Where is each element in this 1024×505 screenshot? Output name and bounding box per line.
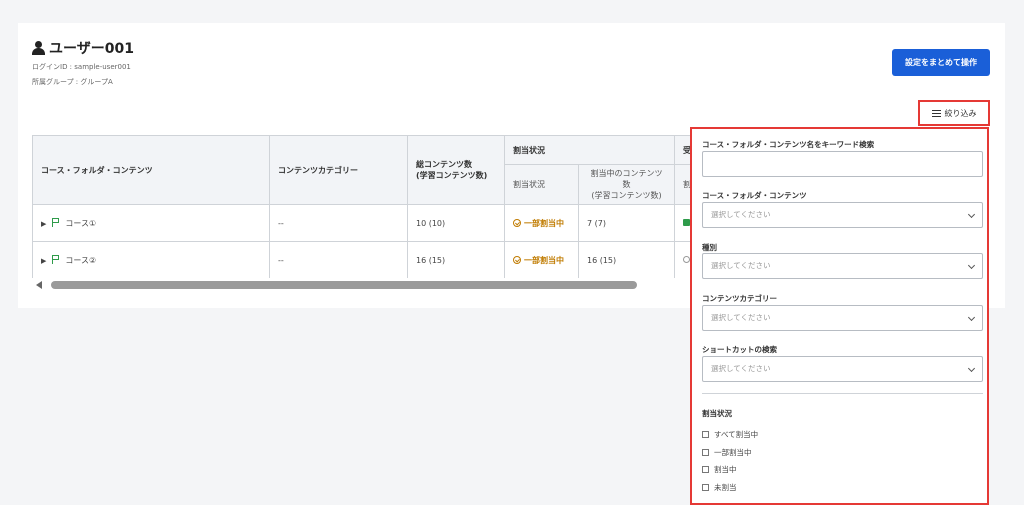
panel-divider: [702, 393, 983, 394]
course-cell[interactable]: ▶ コース①: [32, 204, 270, 242]
page-title: ユーザー001: [32, 38, 134, 58]
expand-icon[interactable]: ▶: [41, 220, 46, 228]
keyword-label: コース・フォルダ・コンテンツ名をキーワード検索: [702, 140, 875, 149]
header-assign-status: 割当状況: [504, 164, 579, 205]
course-flag-icon: [52, 254, 60, 264]
chevron-down-icon: [967, 210, 976, 219]
option-label: 割当中: [714, 465, 737, 474]
user-icon: [32, 41, 45, 55]
scroll-left-arrow-icon[interactable]: [36, 281, 42, 289]
header-total: 総コンテンツ数 (学習コンテンツ数): [407, 135, 505, 205]
horizontal-scrollbar[interactable]: [51, 281, 637, 289]
course-filter-placeholder: 選択してください: [711, 210, 771, 219]
checkbox[interactable]: [702, 466, 709, 473]
assigned-cell: 16 (15): [578, 241, 675, 278]
status-cell: 一部割当中: [504, 241, 579, 278]
checkbox[interactable]: [702, 431, 709, 438]
chevron-down-icon: [967, 313, 976, 322]
shortcut-filter-placeholder: 選択してください: [711, 364, 771, 373]
checkbox[interactable]: [702, 449, 709, 456]
status-text: 一部割当中: [524, 218, 564, 228]
status-circle-icon: [683, 255, 690, 263]
header-assign-group: 割当状況: [504, 135, 675, 165]
category-filter-select[interactable]: 選択してください: [702, 305, 983, 331]
header-assigned-count: 割当中のコンテンツ数 (学習コンテンツ数): [578, 164, 675, 205]
option-label: 未割当: [714, 483, 737, 492]
course-flag-icon: [52, 217, 60, 227]
table-row[interactable]: ▶ コース① -- 10 (10) 一部割当中 7 (7): [32, 204, 692, 242]
header-total-line2: (学習コンテンツ数): [416, 171, 488, 180]
filter-icon: [931, 109, 941, 117]
assign-option-partial[interactable]: 一部割当中: [702, 447, 752, 458]
total-cell: 10 (10): [407, 204, 505, 242]
header-assigned-line2: (学習コンテンツ数): [591, 191, 662, 200]
header-total-line1: 総コンテンツ数: [416, 160, 472, 169]
header-assigned-line1: 割当中のコンテンツ数: [590, 169, 663, 189]
chevron-down-icon: [967, 364, 976, 373]
shortcut-filter-select[interactable]: 選択してください: [702, 356, 983, 382]
course-filter-select[interactable]: 選択してください: [702, 202, 983, 228]
assigned-cell: 7 (7): [578, 204, 675, 242]
assignment-table: コース・フォルダ・コンテンツ コンテンツカテゴリー 総コンテンツ数 (学習コンテ…: [32, 135, 692, 278]
option-label: すべて割当中: [714, 430, 759, 439]
course-filter-label: コース・フォルダ・コンテンツ: [702, 191, 807, 200]
keyword-search-input[interactable]: [702, 151, 983, 177]
type-filter-select[interactable]: 選択してください: [702, 253, 983, 279]
total-cell: 16 (15): [407, 241, 505, 278]
assign-filter-label: 割当状況: [702, 409, 732, 418]
shortcut-filter-label: ショートカットの検索: [702, 345, 777, 354]
filter-button[interactable]: 絞り込み: [918, 100, 990, 126]
category-filter-placeholder: 選択してください: [711, 313, 771, 322]
category-cell: --: [269, 241, 408, 278]
login-id: ログインID : sample-user001: [32, 63, 131, 71]
expand-icon[interactable]: ▶: [41, 257, 46, 265]
header-course: コース・フォルダ・コンテンツ: [32, 135, 270, 205]
status-text: 一部割当中: [524, 255, 564, 265]
user-group: 所属グループ : グループA: [32, 78, 113, 86]
type-filter-label: 種別: [702, 243, 717, 252]
category-cell: --: [269, 204, 408, 242]
bulk-settings-button[interactable]: 設定をまとめて操作: [892, 49, 990, 76]
checkbox[interactable]: [702, 484, 709, 491]
filter-button-label: 絞り込み: [944, 108, 977, 118]
assign-option-unassigned[interactable]: 未割当: [702, 482, 737, 493]
partial-status-icon: [513, 218, 521, 227]
assign-option-assigned[interactable]: 割当中: [702, 464, 737, 475]
category-filter-label: コンテンツカテゴリー: [702, 294, 777, 303]
table-row[interactable]: ▶ コース② -- 16 (15) 一部割当中 16 (15): [32, 241, 692, 278]
user-name: ユーザー001: [49, 41, 134, 57]
assign-option-all[interactable]: すべて割当中: [702, 429, 758, 440]
course-cell[interactable]: ▶ コース②: [32, 241, 270, 278]
option-label: 一部割当中: [714, 448, 752, 457]
partial-status-icon: [513, 255, 521, 264]
filter-panel: コース・フォルダ・コンテンツ名をキーワード検索 コース・フォルダ・コンテンツ 選…: [690, 127, 989, 505]
status-cell: 一部割当中: [504, 204, 579, 242]
course-name: コース①: [65, 218, 97, 228]
chevron-down-icon: [967, 261, 976, 270]
type-filter-placeholder: 選択してください: [711, 261, 771, 270]
header-category: コンテンツカテゴリー: [269, 135, 408, 205]
status-square-icon: [683, 218, 690, 226]
course-name: コース②: [65, 255, 97, 265]
